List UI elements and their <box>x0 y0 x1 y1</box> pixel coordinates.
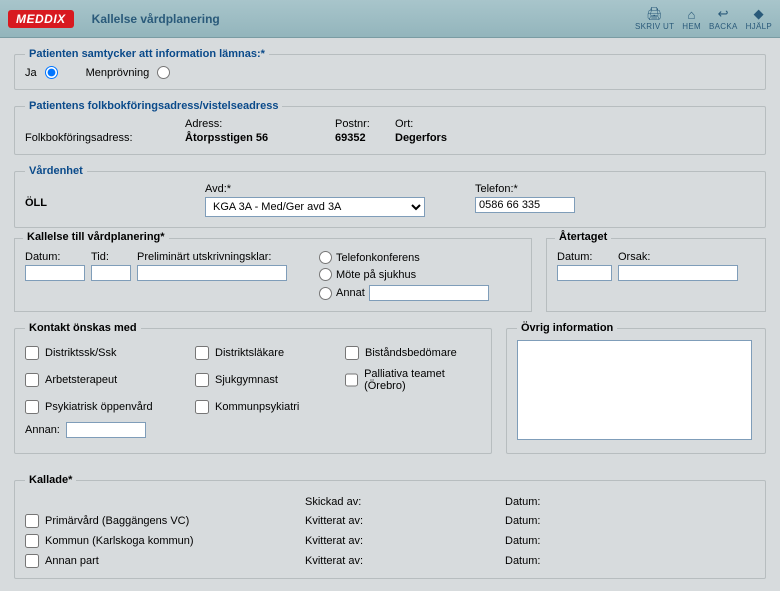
opt-other-input[interactable] <box>369 285 489 301</box>
info-section: Övrig information <box>506 322 766 454</box>
home-button[interactable]: ⌂ HEM <box>682 6 701 31</box>
print-button[interactable]: 🖨 SKRIV UT <box>635 6 674 31</box>
ack-by-3: Kvitterat av: <box>305 555 505 567</box>
unit-legend: Vårdenhet <box>25 165 87 177</box>
lbl-annan-part: Annan part <box>45 555 99 567</box>
retracted-date-label: Datum: <box>557 251 612 263</box>
back-label: BACKA <box>709 22 738 31</box>
home-label: HEM <box>682 22 701 31</box>
lbl-psyk-oppen: Psykiatrisk öppenvård <box>45 401 153 413</box>
chk-arbetsterapeut[interactable] <box>25 373 39 387</box>
lbl-palliativa: Palliativa teamet (Örebro) <box>364 368 481 392</box>
dept-label: Avd:* <box>205 183 465 195</box>
back-button[interactable]: ↩ BACKA <box>709 6 738 31</box>
address-section: Patientens folkbokföringsadress/vistelse… <box>14 100 766 155</box>
consent-yes-radio[interactable] <box>45 66 58 79</box>
lbl-distriktslakare: Distriktsläkare <box>215 347 284 359</box>
addr-header: Adress: <box>185 118 335 130</box>
lbl-sjukgymnast: Sjukgymnast <box>215 374 278 386</box>
help-icon: ◆ <box>750 6 768 22</box>
chk-palliativa[interactable] <box>345 373 358 387</box>
callout-date-label: Datum: <box>25 251 85 263</box>
retracted-reason-label: Orsak: <box>618 251 738 263</box>
lbl-bistand: Biståndsbedömare <box>365 347 457 359</box>
sent-by-header: Skickad av: <box>305 496 505 508</box>
back-icon: ↩ <box>714 6 732 22</box>
opt-other-radio[interactable] <box>319 287 332 300</box>
ack-by-1: Kvitterat av: <box>305 515 505 527</box>
help-button[interactable]: ◆ HJÄLP <box>746 6 772 31</box>
callout-time-label: Tid: <box>91 251 131 263</box>
printer-icon: 🖨 <box>646 6 664 22</box>
retracted-reason-input[interactable] <box>618 265 738 281</box>
chk-kommunpsyk[interactable] <box>195 400 209 414</box>
lbl-distriktssk: Distriktssk/Ssk <box>45 347 117 359</box>
callout-time-input[interactable] <box>91 265 131 281</box>
chk-annan-part[interactable] <box>25 554 39 568</box>
postnr-value: 69352 <box>335 132 395 144</box>
phone-label: Telefon:* <box>475 183 755 195</box>
date-header-0: Datum: <box>505 496 755 508</box>
contact-other-label: Annan: <box>25 424 60 436</box>
retracted-legend: Återtaget <box>555 231 611 243</box>
opt-hosp-radio[interactable] <box>319 268 332 281</box>
retracted-date-input[interactable] <box>557 265 612 281</box>
chk-distriktslakare[interactable] <box>195 346 209 360</box>
opt-other-label: Annat <box>336 287 365 299</box>
app-logo: MEDDIX <box>8 10 74 28</box>
callout-prelim-label: Preliminärt utskrivningsklar: <box>137 251 287 263</box>
ack-by-2: Kvitterat av: <box>305 535 505 547</box>
chk-kommun[interactable] <box>25 534 39 548</box>
ort-header: Ort: <box>395 118 755 130</box>
street-value: Åtorpsstigen 56 <box>185 132 335 144</box>
callout-legend: Kallelse till vårdplanering* <box>23 231 169 243</box>
chk-sjukgymnast[interactable] <box>195 373 209 387</box>
date-1: Datum: <box>505 515 755 527</box>
chk-distriktssk[interactable] <box>25 346 39 360</box>
info-textarea[interactable] <box>517 340 752 440</box>
dept-select[interactable]: KGA 3A - Med/Ger avd 3A <box>205 197 425 217</box>
summoned-legend: Kallade* <box>25 474 76 486</box>
help-label: HJÄLP <box>746 22 772 31</box>
contact-legend: Kontakt önskas med <box>25 322 141 334</box>
summoned-section: Kallade* Skickad av: Datum: Primärvård (… <box>14 474 766 579</box>
home-icon: ⌂ <box>683 6 701 22</box>
opt-phone-radio[interactable] <box>319 251 332 264</box>
ort-value: Degerfors <box>395 132 755 144</box>
print-label: SKRIV UT <box>635 22 674 31</box>
consent-yes-label: Ja <box>25 67 37 79</box>
folk-label: Folkbokföringsadress: <box>25 132 185 144</box>
contact-section: Kontakt önskas med Distriktssk/Ssk Distr… <box>14 322 492 454</box>
phone-input[interactable] <box>475 197 575 213</box>
lbl-kommunpsyk: Kommunpsykiatri <box>215 401 299 413</box>
address-legend: Patientens folkbokföringsadress/vistelse… <box>25 100 282 112</box>
contact-other-input[interactable] <box>66 422 146 438</box>
lbl-primarvard: Primärvård (Baggängens VC) <box>45 515 189 527</box>
postnr-header: Postnr: <box>335 118 395 130</box>
chk-primarvard[interactable] <box>25 514 39 528</box>
info-legend: Övrig information <box>517 322 617 334</box>
chk-psyk-oppen[interactable] <box>25 400 39 414</box>
callout-date-input[interactable] <box>25 265 85 281</box>
consent-legend: Patienten samtycker att information lämn… <box>25 48 269 60</box>
lbl-arbetsterapeut: Arbetsterapeut <box>45 374 117 386</box>
date-3: Datum: <box>505 555 755 567</box>
consent-trial-radio[interactable] <box>157 66 170 79</box>
consent-section: Patienten samtycker att information lämn… <box>14 48 766 90</box>
opt-hosp-label: Möte på sjukhus <box>336 269 416 281</box>
unit-section: Vårdenhet ÖLL Avd:* KGA 3A - Med/Ger avd… <box>14 165 766 228</box>
unit-org: ÖLL <box>25 183 195 209</box>
lbl-kommun: Kommun (Karlskoga kommun) <box>45 535 194 547</box>
consent-trial-label: Menprövning <box>86 67 150 79</box>
opt-phone-label: Telefonkonferens <box>336 252 420 264</box>
page-title: Kallelse vårdplanering <box>92 12 220 26</box>
chk-bistand[interactable] <box>345 346 359 360</box>
callout-prelim-input[interactable] <box>137 265 287 281</box>
date-2: Datum: <box>505 535 755 547</box>
